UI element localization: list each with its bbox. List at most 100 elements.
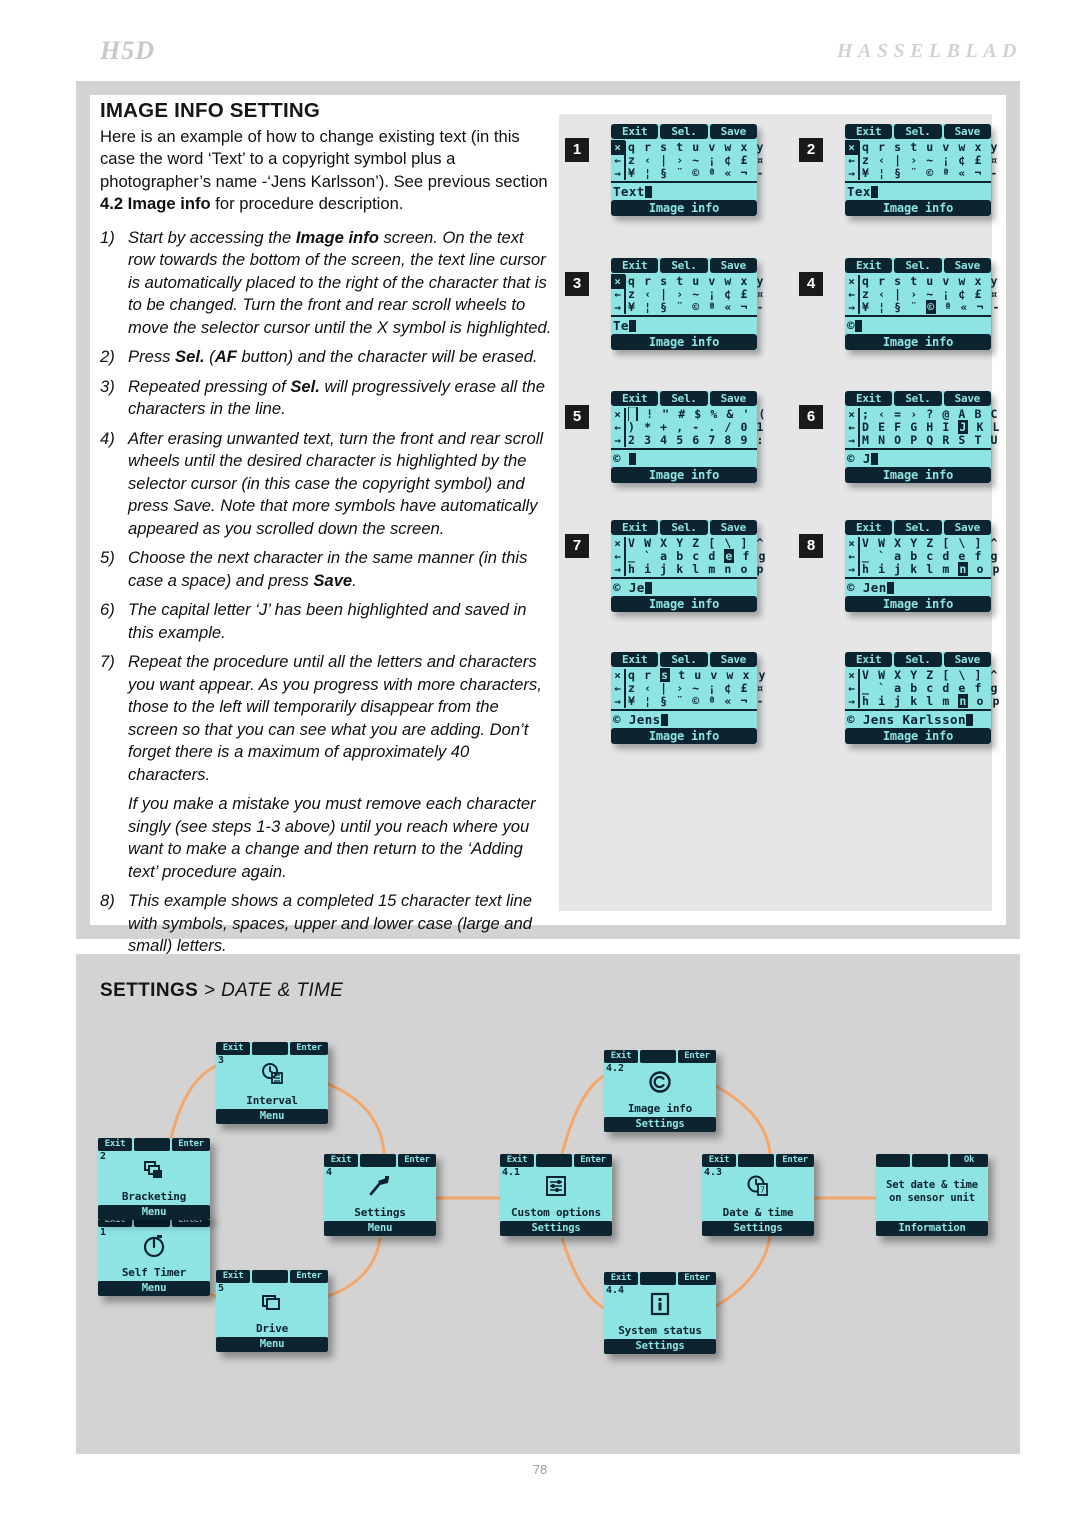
character-cell[interactable]: ¦	[644, 694, 652, 708]
character-cell[interactable]: -	[757, 300, 765, 314]
character-cell[interactable]: N	[878, 433, 886, 447]
character-row[interactable]: ¥ ¦ § ¨ © ª « ¬ -	[862, 300, 1001, 314]
character-cell[interactable]: Y	[910, 536, 918, 550]
sel-button[interactable]: Sel.	[894, 258, 942, 273]
character-cell[interactable]: m	[942, 562, 950, 576]
character-cell[interactable]: L	[993, 420, 1001, 434]
character-cell[interactable]: ›	[676, 287, 684, 301]
character-cell[interactable]: p	[993, 694, 1001, 708]
character-cell[interactable]: ¬	[740, 300, 748, 314]
character-cell[interactable]: ›	[910, 287, 918, 301]
character-cell[interactable]: k	[910, 562, 918, 576]
arrow-right-icon[interactable]: →	[848, 563, 855, 576]
character-cell[interactable]: G	[910, 420, 918, 434]
text-entry-line[interactable]: ©	[845, 317, 991, 334]
exit-button[interactable]: Exit	[611, 652, 659, 667]
character-cell[interactable]: [	[708, 536, 716, 550]
character-cell[interactable]: I	[942, 420, 950, 434]
character-cell[interactable]: 3	[644, 433, 652, 447]
arrow-left-icon[interactable]: ←	[614, 682, 621, 695]
character-cell[interactable]: ~	[926, 153, 934, 167]
character-cell[interactable]: d	[942, 681, 950, 695]
arrow-right-icon[interactable]: →	[848, 167, 855, 180]
character-cell[interactable]: ¨	[910, 166, 918, 180]
character-cell[interactable]: |	[660, 681, 668, 695]
character-cell[interactable]: Y	[910, 668, 918, 682]
character-cell[interactable]: `	[878, 681, 886, 695]
character-grid[interactable]: × ← → V W X Y Z [ \ ] ^ _ ` a b c d e f gh i…	[845, 535, 999, 577]
character-cell[interactable]: X	[660, 536, 668, 550]
arrow-right-icon[interactable]: →	[614, 563, 621, 576]
sel-button[interactable]: Sel.	[660, 520, 708, 535]
character-cell[interactable]: z	[628, 153, 636, 167]
delete-icon-selected[interactable]: ×	[610, 140, 625, 155]
character-row[interactable]: M N O P Q R S T U	[862, 434, 1001, 447]
character-grid[interactable]: × ← → V W X Y Z [ \ ] ^ _ ` a b c d e f gh i…	[845, 667, 999, 709]
character-cell[interactable]: h	[862, 694, 870, 708]
character-cell[interactable]: _	[628, 549, 636, 563]
menu-node-drive[interactable]: Exit Enter 5 Drive Menu	[216, 1270, 328, 1352]
character-cell[interactable]: `	[644, 549, 652, 563]
character-cell[interactable]: ª	[944, 300, 952, 314]
character-cell[interactable]: '	[742, 407, 750, 421]
character-cell[interactable]: z	[862, 287, 870, 301]
character-cell[interactable]: |	[660, 287, 668, 301]
character-cell[interactable]: h	[628, 562, 636, 576]
exit-button[interactable]: Exit	[98, 1138, 132, 1151]
character-cell[interactable]: +	[660, 420, 668, 434]
character-row[interactable]: h i j k l m n o p	[862, 562, 1001, 576]
character-cell[interactable]: £	[740, 153, 748, 167]
character-cell[interactable]: B	[974, 407, 982, 421]
enter-button[interactable]: Enter	[290, 1270, 328, 1283]
character-cell[interactable]: R	[942, 433, 950, 447]
enter-button[interactable]: Enter	[678, 1272, 716, 1285]
arrow-right-icon[interactable]: →	[614, 434, 621, 447]
grid-control-column[interactable]: × ← →	[610, 140, 626, 180]
character-cell[interactable]: b	[676, 549, 684, 563]
character-cell[interactable]: o	[740, 562, 748, 576]
character-cell[interactable]: ¨	[676, 166, 684, 180]
exit-button[interactable]: Exit	[845, 520, 893, 535]
character-cell[interactable]: ¦	[644, 300, 652, 314]
character-grid[interactable]: × ← → q r s t u v w x yz ‹ | › ~ ¡ ¢ £ ¤ ¥ ¦…	[611, 667, 765, 709]
character-cell-selected[interactable]: ©	[926, 300, 937, 314]
character-cell[interactable]: £	[740, 681, 748, 695]
character-cell[interactable]: «	[724, 300, 732, 314]
character-cell[interactable]: Q	[926, 433, 934, 447]
character-cell[interactable]: d	[708, 549, 716, 563]
sel-button[interactable]: Sel.	[660, 652, 708, 667]
character-cell[interactable]: ¦	[644, 166, 652, 180]
save-button[interactable]: Save	[943, 124, 991, 139]
exit-button[interactable]: Exit	[611, 124, 659, 139]
sel-button[interactable]: Sel.	[660, 258, 708, 273]
sel-button[interactable]: Sel.	[894, 391, 942, 406]
character-cell[interactable]: £	[740, 287, 748, 301]
delete-icon[interactable]: ×	[848, 669, 855, 682]
arrow-right-icon[interactable]: →	[614, 695, 621, 708]
character-cell[interactable]: ]	[974, 668, 982, 682]
character-cell[interactable]: h	[862, 562, 870, 576]
character-cell[interactable]: [	[942, 668, 950, 682]
character-cell[interactable]: /	[724, 420, 732, 434]
character-cell[interactable]: z	[628, 681, 636, 695]
character-cell[interactable]: t	[676, 274, 684, 288]
character-cell[interactable]: §	[894, 166, 902, 180]
character-grid[interactable]: × ← → q r s t u v w x yz ‹ | › ~ ¡ ¢ £ ¤ ¥ ¦…	[845, 273, 999, 315]
character-cell[interactable]: K	[976, 420, 984, 434]
character-cell[interactable]: $	[694, 407, 702, 421]
character-cell[interactable]: 5	[676, 433, 684, 447]
arrow-left-icon[interactable]: ←	[848, 154, 855, 167]
character-cell[interactable]: ]	[974, 536, 982, 550]
character-cell[interactable]: t	[910, 140, 918, 154]
character-cell[interactable]: e	[958, 549, 966, 563]
character-cell[interactable]: Z	[926, 536, 934, 550]
character-cell[interactable]: u	[692, 140, 700, 154]
character-cell[interactable]: ©	[692, 300, 700, 314]
character-cell[interactable]: q	[862, 274, 870, 288]
character-cell[interactable]: ›	[676, 681, 684, 695]
character-row[interactable]: ¥ ¦ § ¨ © ª « ¬ -	[628, 167, 765, 180]
character-cell[interactable]: -	[757, 166, 765, 180]
character-row[interactable]: ¥ ¦ § ¨ © ª « ¬ -	[628, 695, 767, 708]
exit-button[interactable]: Exit	[324, 1154, 358, 1167]
arrow-right-icon[interactable]: →	[848, 434, 855, 447]
